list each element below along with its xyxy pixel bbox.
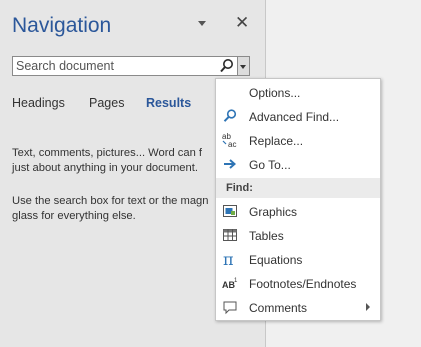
menu-item-tables[interactable]: Tables bbox=[216, 224, 380, 246]
svg-text:1: 1 bbox=[234, 278, 238, 284]
menu-item-label: Comments bbox=[249, 301, 308, 315]
menu-item-replace[interactable]: ab ac Replace... bbox=[216, 129, 380, 151]
search-options-menu: Options... Advanced Find... ab ac Replac… bbox=[215, 78, 381, 321]
menu-item-comments[interactable]: Comments bbox=[216, 296, 380, 318]
menu-item-label: Footnotes/Endnotes bbox=[249, 277, 357, 291]
comment-icon bbox=[223, 301, 237, 315]
menu-item-label: Go To... bbox=[249, 158, 291, 172]
tab-results[interactable]: Results bbox=[146, 96, 191, 110]
menu-item-label: Replace... bbox=[249, 134, 304, 148]
tab-headings[interactable]: Headings bbox=[12, 96, 65, 110]
close-icon[interactable]: ✕ bbox=[235, 13, 249, 33]
menu-item-label: Tables bbox=[249, 229, 284, 243]
search-box bbox=[12, 56, 250, 76]
graphics-icon bbox=[223, 205, 237, 217]
menu-item-label: Advanced Find... bbox=[249, 110, 340, 124]
arrow-right-icon bbox=[224, 159, 237, 169]
menu-item-footnotes-endnotes[interactable]: AB 1 Footnotes/Endnotes bbox=[216, 272, 380, 294]
menu-item-graphics[interactable]: Graphics bbox=[216, 200, 380, 222]
pane-options-dropdown-icon[interactable] bbox=[198, 21, 206, 26]
results-hint-line-4: glass for everything else. bbox=[12, 210, 136, 222]
search-icon bbox=[220, 59, 233, 73]
pane-title: Navigation bbox=[12, 14, 112, 37]
find-section-header: Find: bbox=[216, 178, 380, 198]
find-section-label: Find: bbox=[226, 182, 253, 194]
menu-item-go-to[interactable]: Go To... bbox=[216, 153, 380, 175]
menu-item-label: Graphics bbox=[249, 205, 298, 219]
footnote-icon: AB 1 bbox=[222, 278, 238, 290]
menu-item-label: Options... bbox=[249, 86, 301, 100]
submenu-arrow-icon bbox=[366, 303, 370, 311]
menu-item-advanced-find[interactable]: Advanced Find... bbox=[216, 105, 380, 127]
menu-item-equations[interactable]: π Equations bbox=[216, 248, 380, 270]
tab-pages[interactable]: Pages bbox=[89, 96, 124, 110]
replace-icon-bottom: ac bbox=[228, 140, 236, 148]
search-options-dropdown[interactable] bbox=[237, 56, 250, 76]
menu-item-options[interactable]: Options... bbox=[216, 81, 380, 103]
search-input[interactable] bbox=[13, 57, 216, 75]
table-icon bbox=[223, 229, 237, 241]
menu-item-label: Equations bbox=[249, 253, 303, 267]
pi-icon: π bbox=[223, 251, 234, 267]
replace-icon: ab ac bbox=[222, 132, 236, 148]
results-hint-line-3: Use the search box for text or the magn bbox=[12, 195, 209, 207]
magnifier-icon bbox=[223, 109, 237, 122]
search-button[interactable] bbox=[216, 57, 238, 75]
results-hint-line-2: just about anything in your document. bbox=[12, 162, 198, 174]
pi-glyph: π bbox=[223, 251, 234, 267]
results-hint-line-1: Text, comments, pictures... Word can f bbox=[12, 147, 203, 159]
